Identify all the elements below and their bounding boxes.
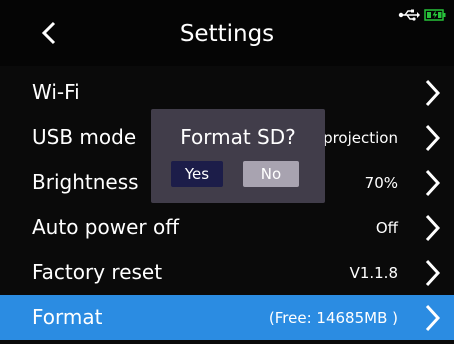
yes-button[interactable]: Yes — [171, 161, 223, 187]
row-label: Factory reset — [32, 260, 163, 284]
page-title: Settings — [179, 21, 275, 47]
chevron-right-icon — [425, 124, 441, 152]
chevron-right-icon — [425, 259, 441, 287]
status-icons — [398, 4, 446, 26]
battery-charging-icon — [424, 9, 446, 21]
settings-row-auto-power-off[interactable]: Auto power off Off — [0, 205, 454, 250]
settings-row-format[interactable]: Format (Free: 14685MB ) — [0, 295, 454, 340]
settings-screen: Settings Wi-Fi USB mode projection Brigh… — [0, 0, 454, 344]
dialog-title: Format SD? — [180, 125, 296, 149]
row-label: Auto power off — [32, 215, 179, 239]
row-label: USB mode — [32, 125, 137, 149]
row-value: projection — [323, 129, 398, 147]
row-value: V1.1.8 — [349, 264, 398, 282]
row-value: (Free: 14685MB ) — [268, 309, 398, 327]
row-label: Format — [32, 305, 103, 329]
row-label: Wi-Fi — [32, 80, 80, 104]
settings-row-factory-reset[interactable]: Factory reset V1.1.8 — [0, 250, 454, 295]
header-bar: Settings — [0, 0, 454, 66]
row-value: Off — [375, 219, 398, 237]
chevron-right-icon — [425, 169, 441, 197]
usb-icon — [398, 9, 420, 21]
chevron-right-icon — [425, 79, 441, 107]
row-label: Brightness — [32, 170, 139, 194]
no-button[interactable]: No — [243, 161, 299, 187]
format-sd-dialog: Format SD? Yes No — [151, 109, 325, 203]
row-value: 70% — [364, 174, 398, 192]
chevron-right-icon — [425, 214, 441, 242]
chevron-right-icon — [425, 304, 441, 332]
